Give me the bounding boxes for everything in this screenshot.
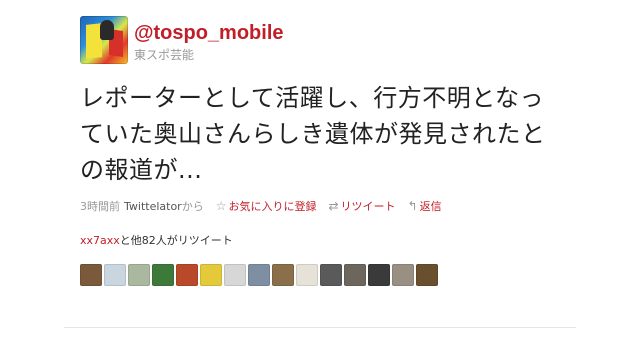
- favorite-button[interactable]: ☆ お気に入りに登録: [216, 198, 317, 214]
- tweet-card: @tospo_mobile 東スポ芸能 レポーターとして活躍し、行方不明となって…: [80, 16, 580, 286]
- timestamp-link[interactable]: 3時間前: [80, 198, 120, 214]
- retweeter-avatar-5[interactable]: [176, 264, 198, 286]
- retweeter-avatar-14[interactable]: [392, 264, 414, 286]
- tweet-header: @tospo_mobile 東スポ芸能: [80, 16, 580, 64]
- reply-button[interactable]: ↰ 返信: [408, 198, 442, 214]
- avatar-figure: [100, 20, 114, 40]
- retweeters-suffix: と他82人がリツイート: [119, 234, 233, 247]
- retweeters-summary: xx7axxと他82人がリツイート: [80, 232, 580, 248]
- retweeter-avatars: [80, 264, 580, 286]
- retweet-icon: ⇄: [328, 199, 339, 213]
- reply-icon: ↰: [407, 199, 418, 213]
- full-name: 東スポ芸能: [134, 48, 195, 62]
- retweeter-avatar-1[interactable]: [80, 264, 102, 286]
- star-icon: ☆: [215, 199, 227, 213]
- source-suffix: から: [181, 200, 204, 213]
- retweeter-avatar-10[interactable]: [296, 264, 318, 286]
- retweeter-avatar-4[interactable]: [152, 264, 174, 286]
- retweeter-avatar-3[interactable]: [128, 264, 150, 286]
- retweeter-avatar-7[interactable]: [224, 264, 246, 286]
- source-app-link[interactable]: Twittelator: [124, 200, 182, 213]
- retweeter-avatar-9[interactable]: [272, 264, 294, 286]
- retweeter-avatar-15[interactable]: [416, 264, 438, 286]
- tweet-text: レポーターとして活躍し、行方不明となっていた奥山さんらしき遺体が発見されたとの報…: [80, 84, 546, 184]
- user-avatar[interactable]: [80, 16, 128, 64]
- retweeter-user-link[interactable]: xx7axx: [80, 234, 120, 247]
- retweet-label: リツイート: [340, 200, 396, 213]
- retweeter-avatar-13[interactable]: [368, 264, 390, 286]
- screen-name-link[interactable]: @tospo_mobile: [134, 22, 284, 44]
- retweeter-avatar-12[interactable]: [344, 264, 366, 286]
- retweet-button[interactable]: ⇄ リツイート: [328, 198, 395, 214]
- retweeter-avatar-6[interactable]: [200, 264, 222, 286]
- retweeter-avatar-2[interactable]: [104, 264, 126, 286]
- user-names: @tospo_mobile 東スポ芸能: [134, 22, 284, 63]
- tweet-meta: 3時間前 Twittelator から ☆ お気に入りに登録 ⇄ リツイート ↰…: [80, 198, 580, 214]
- retweeter-avatar-8[interactable]: [248, 264, 270, 286]
- favorite-label: お気に入りに登録: [228, 200, 317, 213]
- divider: [64, 327, 576, 328]
- retweeter-avatar-11[interactable]: [320, 264, 342, 286]
- reply-label: 返信: [419, 200, 442, 213]
